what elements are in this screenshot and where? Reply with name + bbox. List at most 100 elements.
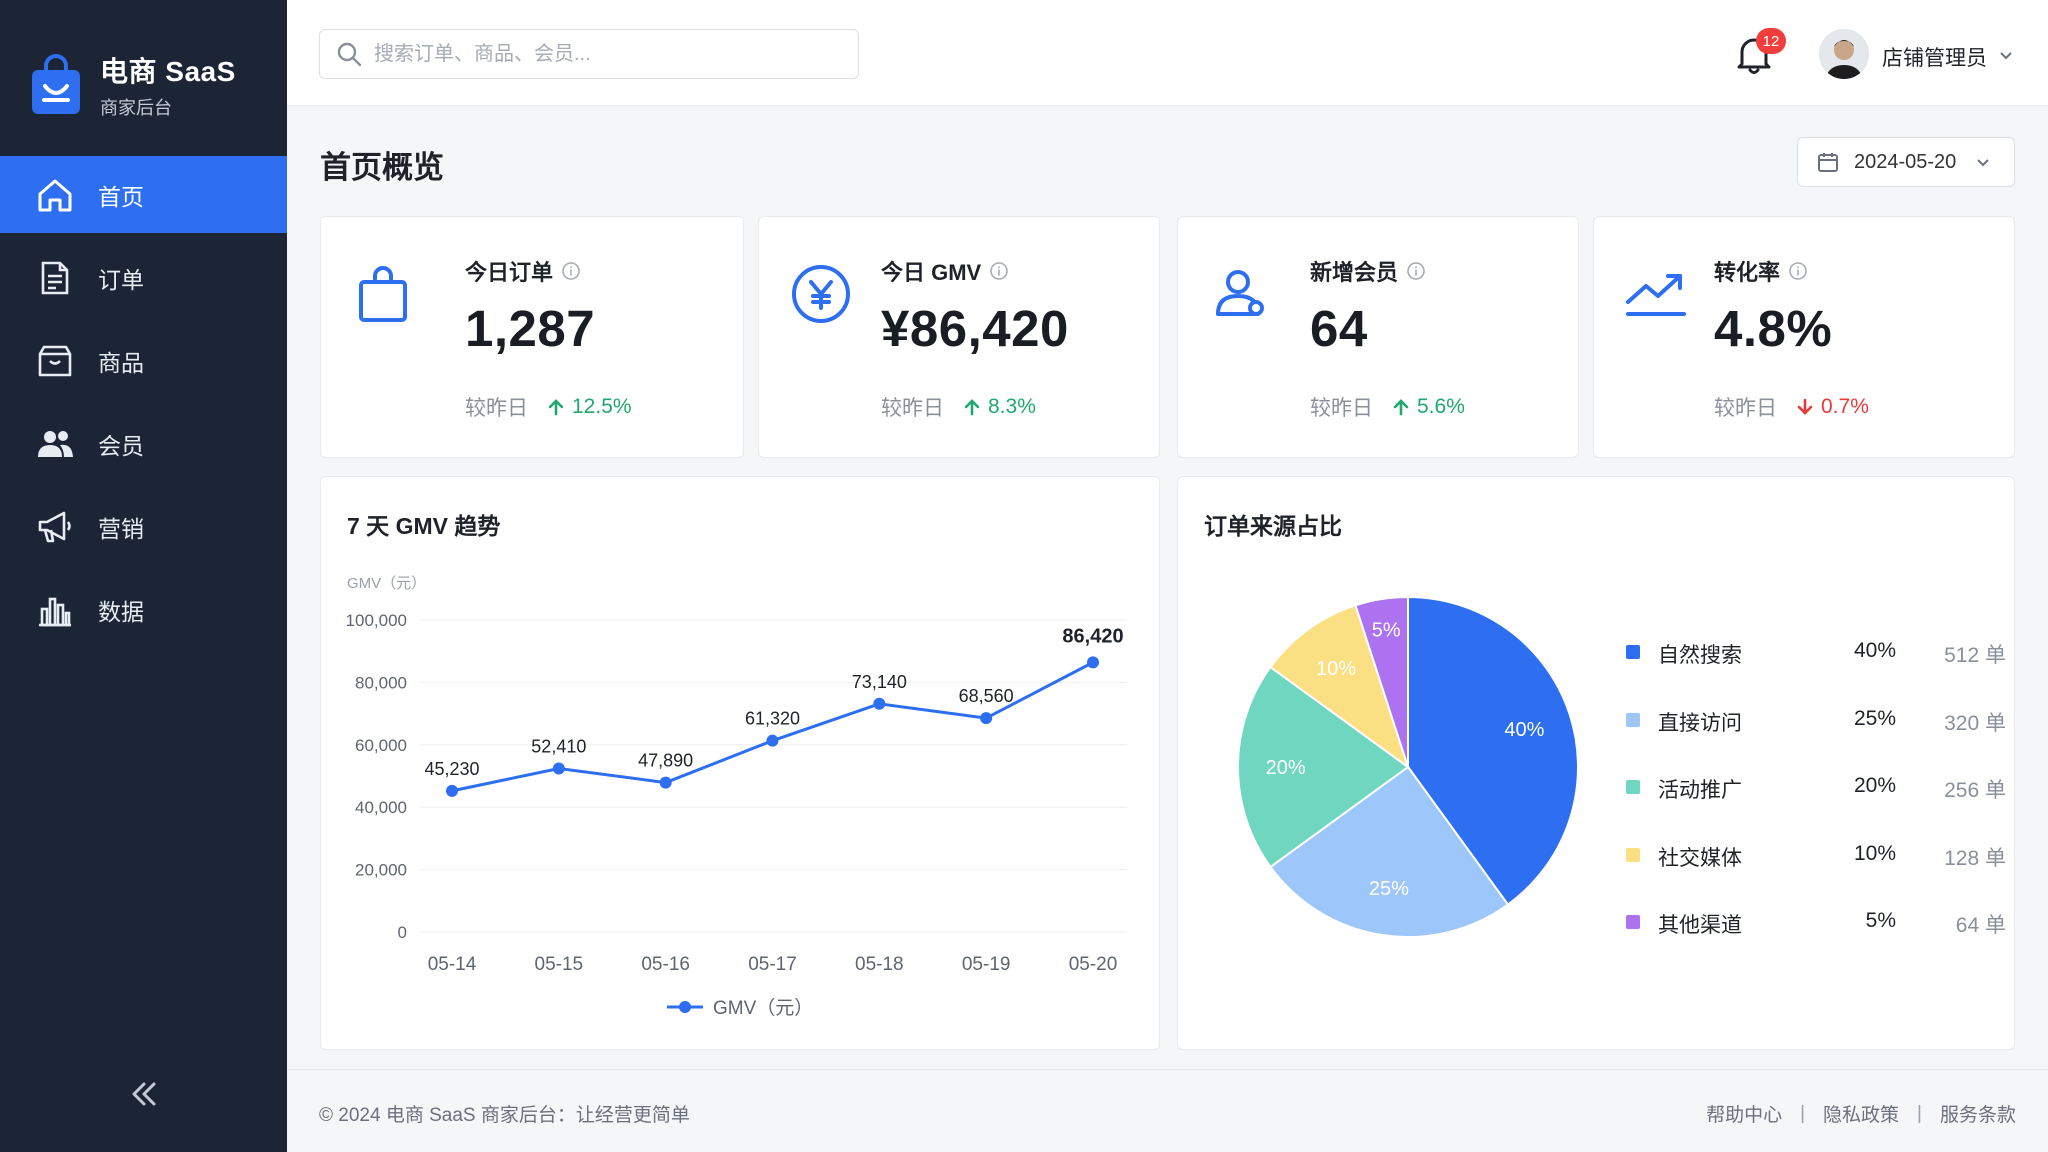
shopping-bag-logo-icon bbox=[32, 54, 80, 114]
data-label: 61,320 bbox=[745, 709, 800, 729]
data-label: 47,890 bbox=[638, 751, 693, 771]
top-bar: 12 店铺管理员 bbox=[287, 0, 2048, 106]
legend-item[interactable]: 活动推广 20% 256 单 bbox=[1626, 772, 2006, 802]
slice-label: 10% bbox=[1316, 658, 1356, 680]
stat-value: ¥86,420 bbox=[881, 300, 1069, 357]
footer-links: 帮助中心 | 隐私政策 | 服务条款 bbox=[1706, 1100, 2016, 1127]
info-icon[interactable] bbox=[989, 261, 1009, 281]
legend-item[interactable]: 自然搜索 40% 512 单 bbox=[1626, 637, 2006, 667]
legend-count: 64 单 bbox=[1955, 914, 2006, 937]
chevron-down-icon[interactable] bbox=[1997, 46, 2015, 64]
data-label: 52,410 bbox=[531, 736, 586, 756]
search-box[interactable] bbox=[319, 29, 859, 79]
sidebar-item-orders[interactable]: 订单 bbox=[0, 239, 287, 316]
sidebar-item-label: 首页 bbox=[98, 183, 144, 210]
legend-item[interactable]: 其他渠道 5% 64 单 bbox=[1626, 907, 2006, 937]
footer: © 2024 电商 SaaS 商家后台：让经营更简单 帮助中心 | 隐私政策 |… bbox=[287, 1069, 2048, 1152]
order-source-panel: 订单来源占比 40% 25% 20% 10% 5% 自然搜索 40% 512 单直接访问 25… bbox=[1177, 476, 2015, 1050]
shopping-bag-icon bbox=[359, 266, 407, 322]
search-input[interactable] bbox=[374, 42, 844, 66]
legend-name: 社交媒体 bbox=[1658, 846, 1742, 870]
y-axis-label: GMV（元） bbox=[347, 575, 426, 592]
stat-label: 新增会员 bbox=[1310, 255, 1426, 287]
stat-card-new-members: 新增会员 64 较昨日 5.6% bbox=[1177, 216, 1579, 458]
stat-delta: 0.7% bbox=[1795, 395, 1869, 419]
sidebar-item-home[interactable]: 首页 bbox=[0, 156, 287, 233]
sidebar-item-label: 营销 bbox=[98, 515, 144, 542]
arrow-down-icon bbox=[1797, 398, 1813, 415]
user-name[interactable]: 店铺管理员 bbox=[1882, 42, 1987, 72]
x-tick-label: 05-16 bbox=[641, 954, 690, 975]
stat-card-gmv: 今日 GMV ¥86,420 较昨日 8.3% bbox=[758, 216, 1160, 458]
stat-label: 今日订单 bbox=[465, 255, 581, 287]
trend-up-icon bbox=[1626, 274, 1686, 316]
legend-count: 256 单 bbox=[1944, 779, 2006, 802]
info-icon[interactable] bbox=[561, 261, 581, 281]
page-title: 首页概览 bbox=[320, 150, 444, 185]
stat-compare: 较昨日 12.5% bbox=[465, 395, 632, 420]
stat-delta: 12.5% bbox=[546, 395, 632, 419]
megaphone-icon bbox=[38, 511, 71, 542]
help-center-link[interactable]: 帮助中心 bbox=[1706, 1100, 1782, 1127]
separator: | bbox=[1917, 1102, 1922, 1124]
double-chevron-left-icon[interactable] bbox=[124, 1074, 164, 1114]
arrow-up-icon bbox=[548, 399, 564, 416]
y-tick-label: 0 bbox=[398, 923, 407, 942]
data-label: 45,230 bbox=[424, 759, 479, 779]
terms-of-service-link[interactable]: 服务条款 bbox=[1940, 1100, 2016, 1127]
stat-compare: 较昨日 5.6% bbox=[1310, 395, 1465, 420]
data-point bbox=[1087, 656, 1099, 669]
sidebar-item-label: 会员 bbox=[98, 432, 144, 459]
user-avatar-icon bbox=[1819, 29, 1869, 79]
legend-marker bbox=[679, 1001, 691, 1013]
calendar-icon bbox=[1818, 153, 1838, 172]
stat-compare: 较昨日 8.3% bbox=[881, 395, 1036, 420]
x-tick-label: 05-20 bbox=[1069, 954, 1118, 975]
pie-legend: 自然搜索 40% 512 单直接访问 25% 320 单活动推广 20% 256 单社交媒体… bbox=[1626, 637, 2006, 937]
brand[interactable]: 电商 SaaS 商家后台 bbox=[30, 50, 236, 120]
slice-label: 20% bbox=[1266, 757, 1306, 779]
legend-item[interactable]: 直接访问 25% 320 单 bbox=[1626, 705, 2006, 735]
slice-label: 25% bbox=[1369, 878, 1409, 900]
x-tick-label: 05-19 bbox=[962, 954, 1011, 975]
legend-name: 其他渠道 bbox=[1658, 914, 1742, 937]
sidebar-item-label: 商品 bbox=[98, 349, 144, 376]
bar-chart-icon bbox=[39, 597, 71, 626]
legend-count: 320 单 bbox=[1944, 711, 2006, 735]
sidebar-item-products[interactable]: 商品 bbox=[0, 322, 287, 399]
stat-delta: 5.6% bbox=[1391, 395, 1465, 419]
brand-subtitle: 商家后台 bbox=[100, 98, 172, 118]
stat-label: 今日 GMV bbox=[881, 255, 1009, 287]
privacy-policy-link[interactable]: 隐私政策 bbox=[1823, 1100, 1899, 1127]
legend-name: 自然搜索 bbox=[1658, 644, 1742, 667]
info-icon[interactable] bbox=[1788, 261, 1808, 281]
legend-name: 直接访问 bbox=[1658, 711, 1742, 735]
legend-name: 活动推广 bbox=[1658, 779, 1742, 802]
copyright: © 2024 电商 SaaS 商家后台：让经营更简单 bbox=[319, 1105, 690, 1126]
legend-count: 128 单 bbox=[1944, 846, 2006, 870]
data-label: 86,420 bbox=[1062, 625, 1123, 647]
sidebar-item-members[interactable]: 会员 bbox=[0, 405, 287, 482]
legend-item[interactable]: 社交媒体 10% 128 单 bbox=[1626, 840, 2006, 870]
selected-date: 2024-05-20 bbox=[1854, 150, 1957, 173]
avatar[interactable] bbox=[1819, 29, 1869, 79]
sidebar-item-marketing[interactable]: 营销 bbox=[0, 488, 287, 565]
user-add-icon bbox=[1216, 270, 1264, 316]
sidebar-item-label: 数据 bbox=[98, 598, 144, 625]
gmv-trend-panel: 7 天 GMV 趋势 GMV（元） 0 20,000 40,000 60,000 80,0… bbox=[320, 476, 1160, 1050]
home-icon bbox=[38, 179, 72, 211]
data-point bbox=[766, 734, 779, 747]
date-picker[interactable]: 2024-05-20 bbox=[1797, 137, 2015, 187]
sidebar-item-data[interactable]: 数据 bbox=[0, 571, 287, 648]
data-point bbox=[659, 776, 672, 789]
stat-value: 4.8% bbox=[1714, 300, 1833, 357]
legend-percent: 25% bbox=[1853, 706, 1896, 730]
info-icon[interactable] bbox=[1406, 261, 1426, 281]
notification-badge: 12 bbox=[1756, 28, 1786, 54]
legend-swatch bbox=[1626, 712, 1640, 727]
search-icon bbox=[337, 42, 362, 67]
x-tick-label: 05-15 bbox=[535, 954, 584, 975]
stat-card-conversion: 转化率 4.8% 较昨日 0.7% bbox=[1593, 216, 2015, 458]
data-point bbox=[980, 712, 993, 725]
stat-compare: 较昨日 0.7% bbox=[1714, 395, 1869, 420]
